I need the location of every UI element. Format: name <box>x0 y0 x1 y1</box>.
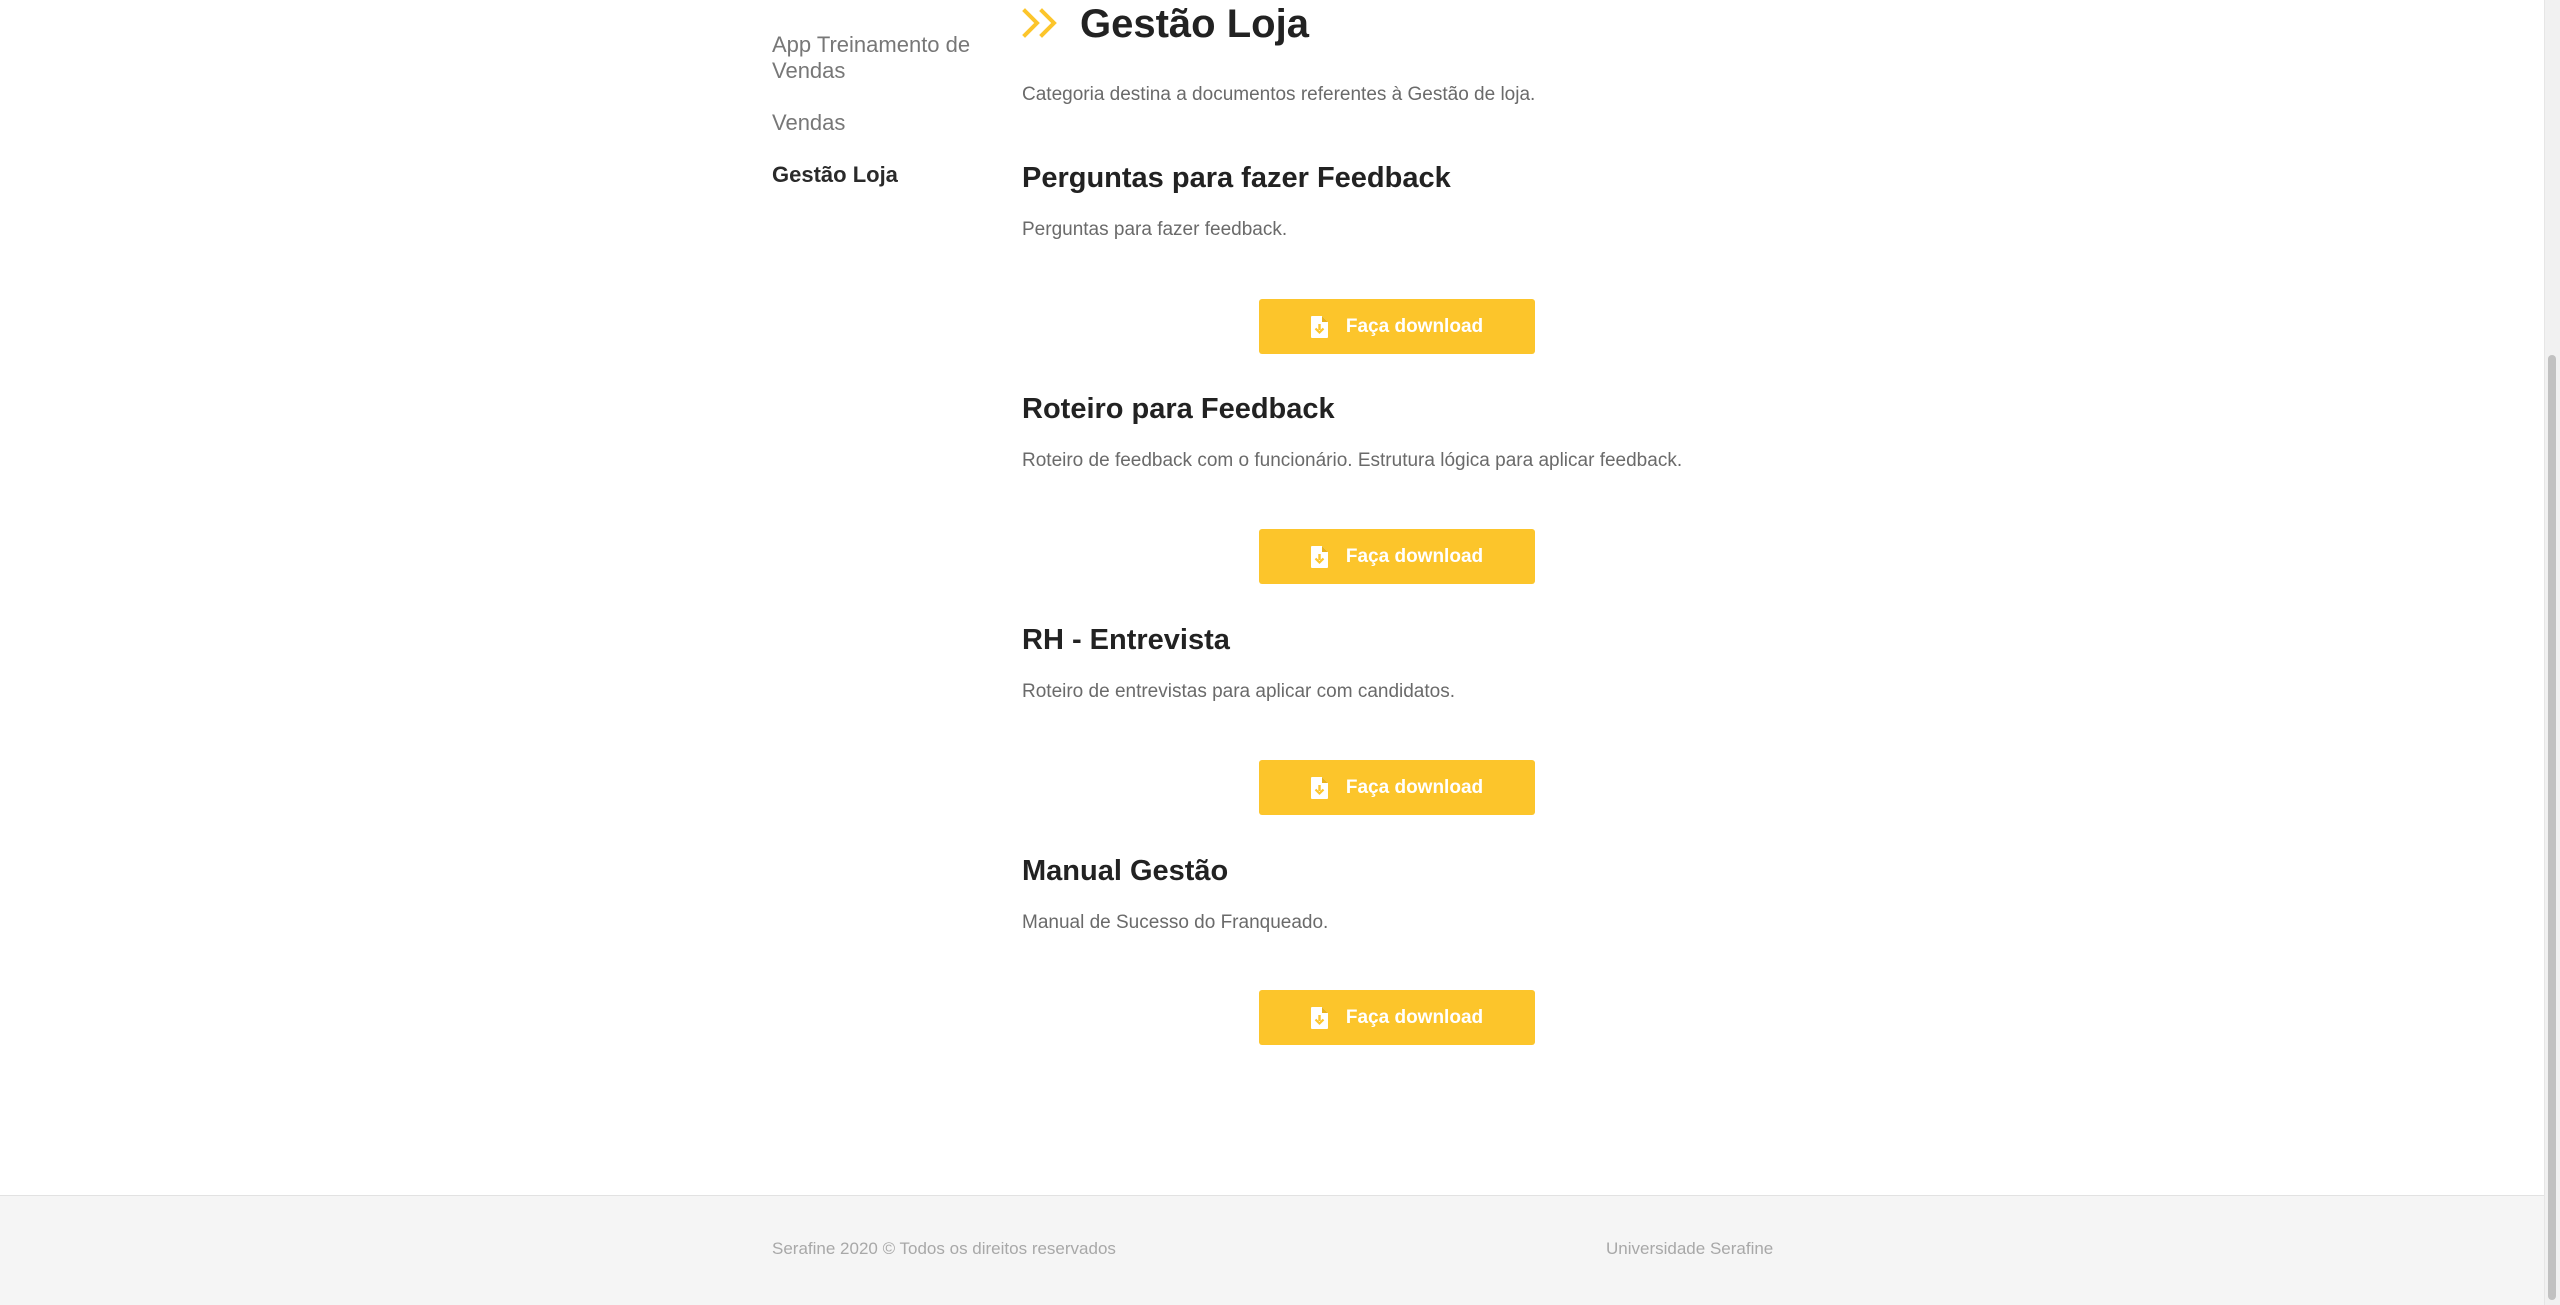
page-header: Gestão Loja <box>1022 0 1782 48</box>
download-button-label: Faça download <box>1345 315 1484 337</box>
sidebar-item-gestao-loja[interactable]: Gestão Loja <box>772 162 1002 188</box>
download-button-label: Faça download <box>1345 545 1484 567</box>
file-download-icon <box>1310 776 1328 799</box>
double-chevron-right-icon <box>1022 8 1057 38</box>
document-card: RH - Entrevista Roteiro de entrevistas p… <box>1022 622 1782 815</box>
document-card: Manual Gestão Manual de Sucesso do Franq… <box>1022 853 1782 1045</box>
file-download-icon <box>1310 315 1328 338</box>
category-sidebar: App Treinamento de Vendas Vendas Gestão … <box>772 32 1002 214</box>
category-description: Categoria destina a documentos referente… <box>1022 84 1536 105</box>
download-button-label: Faça download <box>1345 1006 1484 1028</box>
document-description: Manual de Sucesso do Franqueado. <box>1022 912 1329 933</box>
document-card: Roteiro para Feedback Roteiro de feedbac… <box>1022 391 1782 584</box>
download-button[interactable]: Faça download <box>1259 299 1535 354</box>
scrollbar-thumb[interactable] <box>2548 355 2556 1300</box>
document-title: RH - Entrevista <box>1022 624 1230 656</box>
document-description: Perguntas para fazer feedback. <box>1022 219 1288 240</box>
file-download-icon <box>1310 545 1328 568</box>
document-title: Manual Gestão <box>1022 855 1229 887</box>
sidebar-item-vendas[interactable]: Vendas <box>772 110 1002 136</box>
document-title: Perguntas para fazer Feedback <box>1022 162 1451 194</box>
footer-copyright: Serafine 2020 © Todos os direitos reserv… <box>772 1239 1116 1258</box>
main-content: Gestão Loja Categoria destina a document… <box>1022 0 1782 1045</box>
document-description: Roteiro de feedback com o funcionário. E… <box>1022 450 1683 471</box>
page: App Treinamento de Vendas Vendas Gestão … <box>0 0 2560 1305</box>
download-button[interactable]: Faça download <box>1259 990 1535 1045</box>
document-card: Perguntas para fazer Feedback Perguntas … <box>1022 160 1782 354</box>
vertical-scrollbar[interactable] <box>2544 0 2560 1305</box>
page-title: Gestão Loja <box>1080 2 1309 46</box>
footer: Serafine 2020 © Todos os direitos reserv… <box>0 1195 2545 1305</box>
download-button-label: Faça download <box>1345 776 1484 798</box>
download-button[interactable]: Faça download <box>1259 529 1535 584</box>
footer-brand[interactable]: Universidade Serafine <box>1606 1239 1773 1259</box>
download-button[interactable]: Faça download <box>1259 760 1535 815</box>
sidebar-item-app-treinamento-de-vendas[interactable]: App Treinamento de Vendas <box>772 32 992 84</box>
document-title: Roteiro para Feedback <box>1022 393 1335 425</box>
file-download-icon <box>1310 1006 1328 1029</box>
document-description: Roteiro de entrevistas para aplicar com … <box>1022 681 1456 702</box>
